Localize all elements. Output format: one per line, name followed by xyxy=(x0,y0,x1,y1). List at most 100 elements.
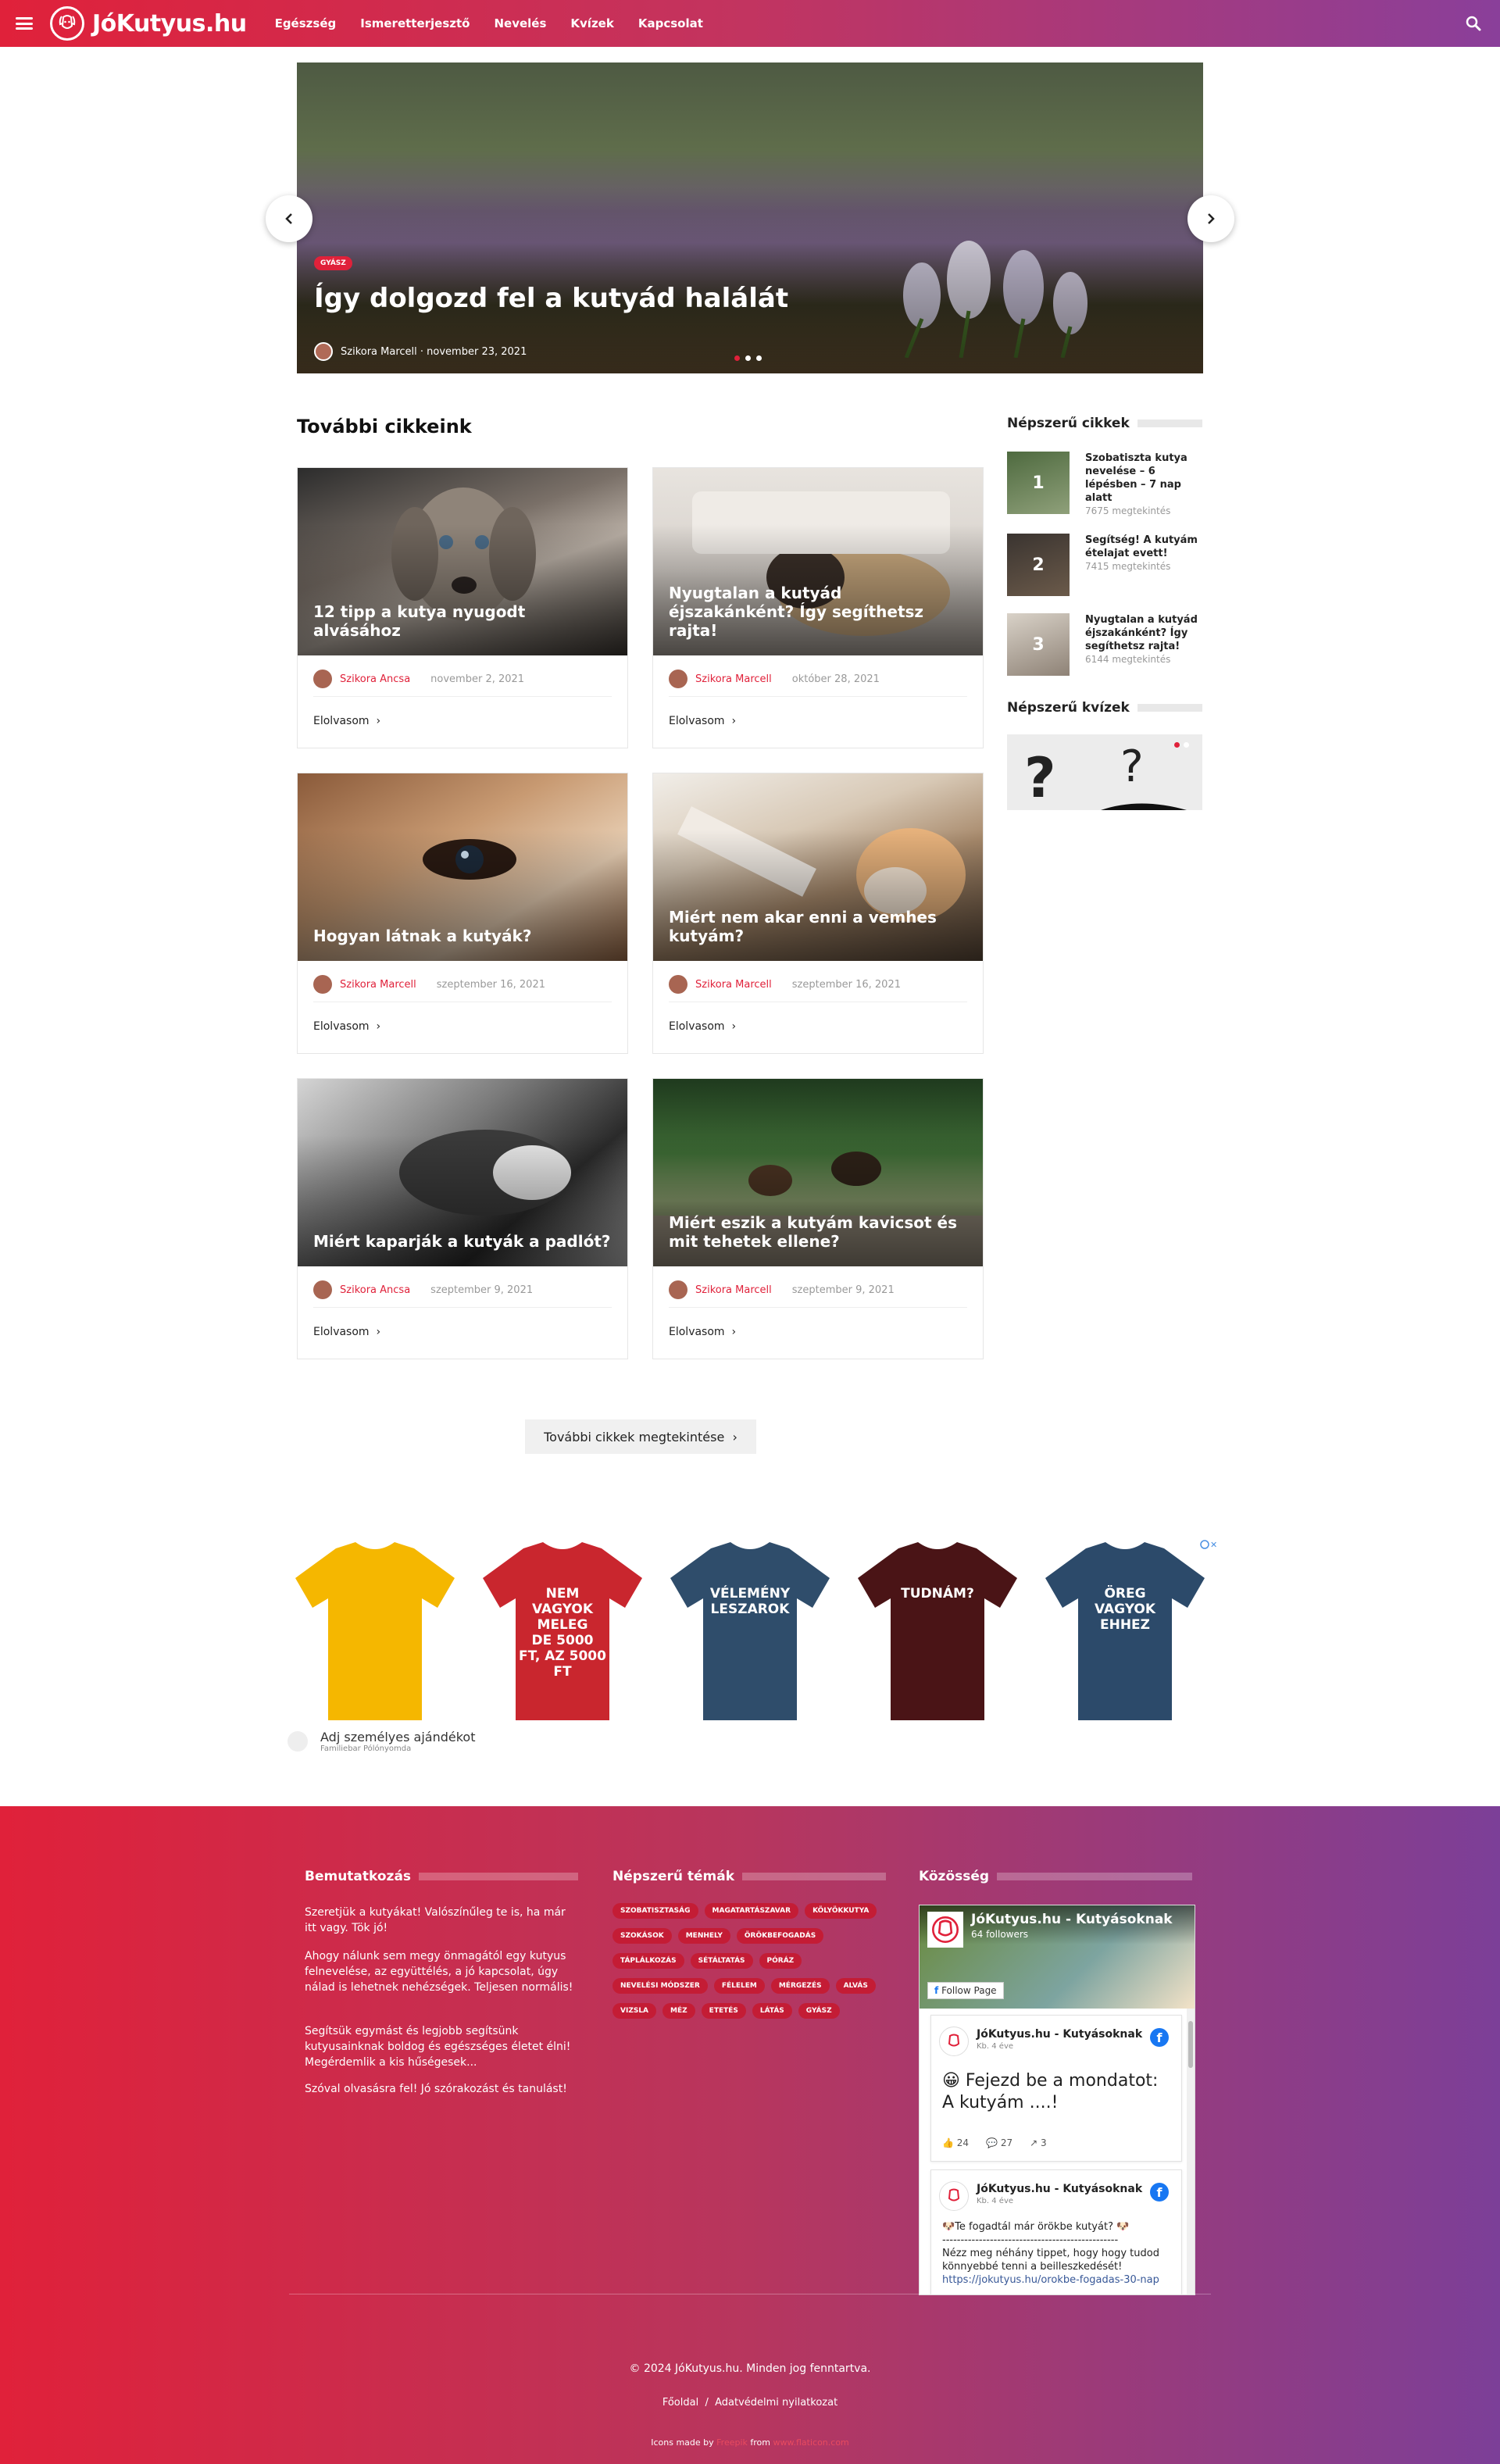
nav-ismeretterjeszto[interactable]: Ismeretterjesztő xyxy=(360,16,470,30)
tshirt-product[interactable] xyxy=(281,1539,469,1727)
article-title[interactable]: Nyugtalan a kutyád éjszakánként? Így seg… xyxy=(669,584,967,640)
article-card[interactable]: Miért eszik a kutyám kavicsot és mit teh… xyxy=(652,1078,984,1359)
tshirt-product[interactable]: NEM VAGYOK MELEG DE 5000 FT, AZ 5000 FT xyxy=(469,1539,656,1727)
article-author[interactable]: Szikora Marcell xyxy=(340,979,416,991)
article-title[interactable]: Hogyan látnak a kutyák? xyxy=(313,927,612,945)
facebook-icon: f xyxy=(934,1985,939,1996)
read-more-link[interactable]: Elolvasom › xyxy=(669,1020,736,1033)
article-image: Miért eszik a kutyám kavicsot és mit teh… xyxy=(653,1079,983,1266)
topic-tag[interactable]: VIZSLA xyxy=(612,2003,657,2019)
article-author[interactable]: Szikora Marcell xyxy=(695,1284,772,1296)
article-date: szeptember 9, 2021 xyxy=(430,1284,534,1296)
quiz-dot[interactable] xyxy=(1174,742,1180,748)
post-link[interactable]: https://jokutyus.hu/orokbe-fogadas-30-na… xyxy=(942,2273,1172,2287)
article-title[interactable]: Miért eszik a kutyám kavicsot és mit teh… xyxy=(669,1213,967,1251)
popular-title[interactable]: Nyugtalan a kutyád éjszakánként? Így seg… xyxy=(1085,614,1198,652)
popular-title[interactable]: Segítség! A kutyám ételajat evett! xyxy=(1085,534,1198,559)
facebook-icon[interactable]: f xyxy=(1150,2183,1169,2202)
topic-tag[interactable]: FÉLELEM xyxy=(713,1978,765,1994)
quiz-dot[interactable] xyxy=(1184,742,1189,748)
article-author[interactable]: Szikora Marcell xyxy=(695,673,772,685)
menu-icon[interactable] xyxy=(16,17,33,30)
page-logo-icon[interactable] xyxy=(927,1912,963,1948)
article-title[interactable]: 12 tipp a kutya nyugodt alvásához xyxy=(313,602,612,640)
topic-tag[interactable]: MAGATARTÁSZAVAR xyxy=(704,1903,799,1919)
tshirt-product[interactable]: VÉLEMÉNY LESZAROK xyxy=(656,1539,844,1727)
article-card[interactable]: 12 tipp a kutya nyugodt alvásához Szikor… xyxy=(297,467,628,748)
search-icon[interactable] xyxy=(1464,14,1483,33)
read-more-link[interactable]: Elolvasom › xyxy=(669,715,736,727)
facebook-widget[interactable]: JóKutyus.hu - Kutyásoknak 64 followers f… xyxy=(919,1905,1195,2295)
tshirt-product[interactable]: ÖREG VAGYOK EHHEZ xyxy=(1031,1539,1219,1727)
slider-next-button[interactable] xyxy=(1188,195,1234,242)
topic-tag[interactable]: ETETÉS xyxy=(701,2003,746,2019)
article-card[interactable]: Hogyan látnak a kutyák? Szikora Marcell s… xyxy=(297,773,628,1054)
article-author[interactable]: Szikora Ancsa xyxy=(340,673,410,685)
category-badge[interactable]: GYÁSZ xyxy=(314,256,352,270)
topic-tag[interactable]: MÉRGEZÉS xyxy=(770,1978,830,1994)
facebook-post[interactable]: JóKutyus.hu - Kutyásoknak Kb. 4 éve f 😀 … xyxy=(930,2015,1182,2162)
topic-tag[interactable]: MENHELY xyxy=(677,1928,730,1944)
topic-tag[interactable]: LÁTÁS xyxy=(752,2003,792,2019)
page-name[interactable]: JóKutyus.hu - Kutyásoknak xyxy=(971,1912,1173,1927)
topic-tag[interactable]: ALVÁS xyxy=(835,1978,876,1994)
popular-item[interactable]: 2 Segítség! A kutyám ételajat evett! 7415… xyxy=(1007,534,1202,599)
read-more-link[interactable]: Elolvasom › xyxy=(313,1020,380,1033)
featured-slider[interactable]: GYÁSZ Így dolgozd fel a kutyád halálát S… xyxy=(297,62,1203,373)
article-card[interactable]: Miért kaparják a kutyák a padlót? Szikor… xyxy=(297,1078,628,1359)
follow-page-button[interactable]: f Follow Page xyxy=(927,1982,1004,1999)
nav-egeszseg[interactable]: Egészség xyxy=(275,16,337,30)
like-icon[interactable]: 👍 xyxy=(942,2137,957,2148)
popular-item[interactable]: 3 Nyugtalan a kutyád éjszakánként? Így s… xyxy=(1007,613,1202,679)
post-author[interactable]: JóKutyus.hu - Kutyásoknak xyxy=(977,2028,1142,2041)
more-articles-button[interactable]: További cikkek megtekintése › xyxy=(525,1419,756,1454)
ad-banner[interactable]: ✕ NEM VAGYOK MELEG DE 5000 FT, AZ 5000 F… xyxy=(281,1539,1219,1758)
article-author[interactable]: Szikora Ancsa xyxy=(340,1284,410,1296)
article-card[interactable]: Nyugtalan a kutyád éjszakánként? Így seg… xyxy=(652,467,984,748)
facebook-post[interactable]: JóKutyus.hu - Kutyásoknak Kb. 4 éve f 🐶T… xyxy=(930,2169,1182,2294)
footer-link-home[interactable]: Főoldal xyxy=(662,2397,698,2409)
share-icon[interactable]: ↗ xyxy=(1030,2137,1041,2148)
read-more-link[interactable]: Elolvasom › xyxy=(669,1326,736,1338)
slider-dot[interactable] xyxy=(745,355,751,361)
topic-tag[interactable]: SZOBATISZTASÁG xyxy=(612,1903,698,1919)
topic-tag[interactable]: GYÁSZ xyxy=(798,2003,840,2019)
slider-prev-button[interactable] xyxy=(266,195,312,242)
slider-dot[interactable] xyxy=(756,355,762,361)
slider-dot[interactable] xyxy=(734,355,740,361)
tshirt-product[interactable]: TUDNÁM? xyxy=(844,1539,1031,1727)
article-title[interactable]: Miért kaparják a kutyák a padlót? xyxy=(313,1232,612,1251)
read-more-link[interactable]: Elolvasom › xyxy=(313,715,380,727)
widget-scrollbar[interactable] xyxy=(1187,2009,1195,2294)
topic-tag[interactable]: SÉTÁLTATÁS xyxy=(690,1953,753,1969)
nav-kapcsolat[interactable]: Kapcsolat xyxy=(638,16,703,30)
site-logo[interactable]: JóKutyus.hu xyxy=(50,6,247,41)
ad-footer[interactable]: Adj személyes ajándékot Familiebar Pólón… xyxy=(288,1730,476,1753)
article-meta: Szikora Marcell október 28, 2021 xyxy=(669,670,880,688)
slider-meta: Szikora Marcell · november 23, 2021 xyxy=(314,342,527,361)
credit-link[interactable]: Freepik xyxy=(716,2437,748,2448)
nav-neveles[interactable]: Nevelés xyxy=(494,16,546,30)
article-title[interactable]: Miért nem akar enni a vemhes kutyám? xyxy=(669,908,967,945)
popular-item[interactable]: 1 Szobatiszta kutya nevelése – 6 lépésbe… xyxy=(1007,452,1202,517)
topic-tag[interactable]: NEVELÉSI MÓDSZER xyxy=(612,1978,708,1994)
facebook-icon[interactable]: f xyxy=(1150,2028,1169,2047)
topic-tag[interactable]: TÁPLÁLKOZÁS xyxy=(612,1953,684,1969)
topic-tag[interactable]: SZOKÁSOK xyxy=(612,1928,672,1944)
nav-kvizek[interactable]: Kvízek xyxy=(570,16,613,30)
quiz-slider[interactable]: ?? xyxy=(1007,734,1202,810)
popular-title[interactable]: Szobatiszta kutya nevelése – 6 lépésben … xyxy=(1085,452,1188,504)
topic-tag[interactable]: MÉZ xyxy=(662,2003,695,2019)
topic-tag[interactable]: PÓRÁZ xyxy=(759,1953,802,1969)
topic-tag[interactable]: ÖRÖKBEFOGADÁS xyxy=(736,1928,824,1944)
footer-link-privacy[interactable]: Adatvédelmi nyilatkozat xyxy=(715,2397,838,2409)
article-card[interactable]: Miért nem akar enni a vemhes kutyám? Szi… xyxy=(652,773,984,1054)
post-author[interactable]: JóKutyus.hu - Kutyásoknak xyxy=(977,2183,1142,2195)
slider-dots xyxy=(734,355,767,361)
read-more-link[interactable]: Elolvasom › xyxy=(313,1326,380,1338)
topic-tag[interactable]: KÖLYÖKKUTYA xyxy=(805,1903,877,1919)
slider-title[interactable]: Így dolgozd fel a kutyád halálát xyxy=(314,283,788,314)
article-author[interactable]: Szikora Marcell xyxy=(695,979,772,991)
comment-icon[interactable]: 💬 xyxy=(986,2137,1001,2148)
credit-link[interactable]: www.flaticon.com xyxy=(773,2437,849,2448)
